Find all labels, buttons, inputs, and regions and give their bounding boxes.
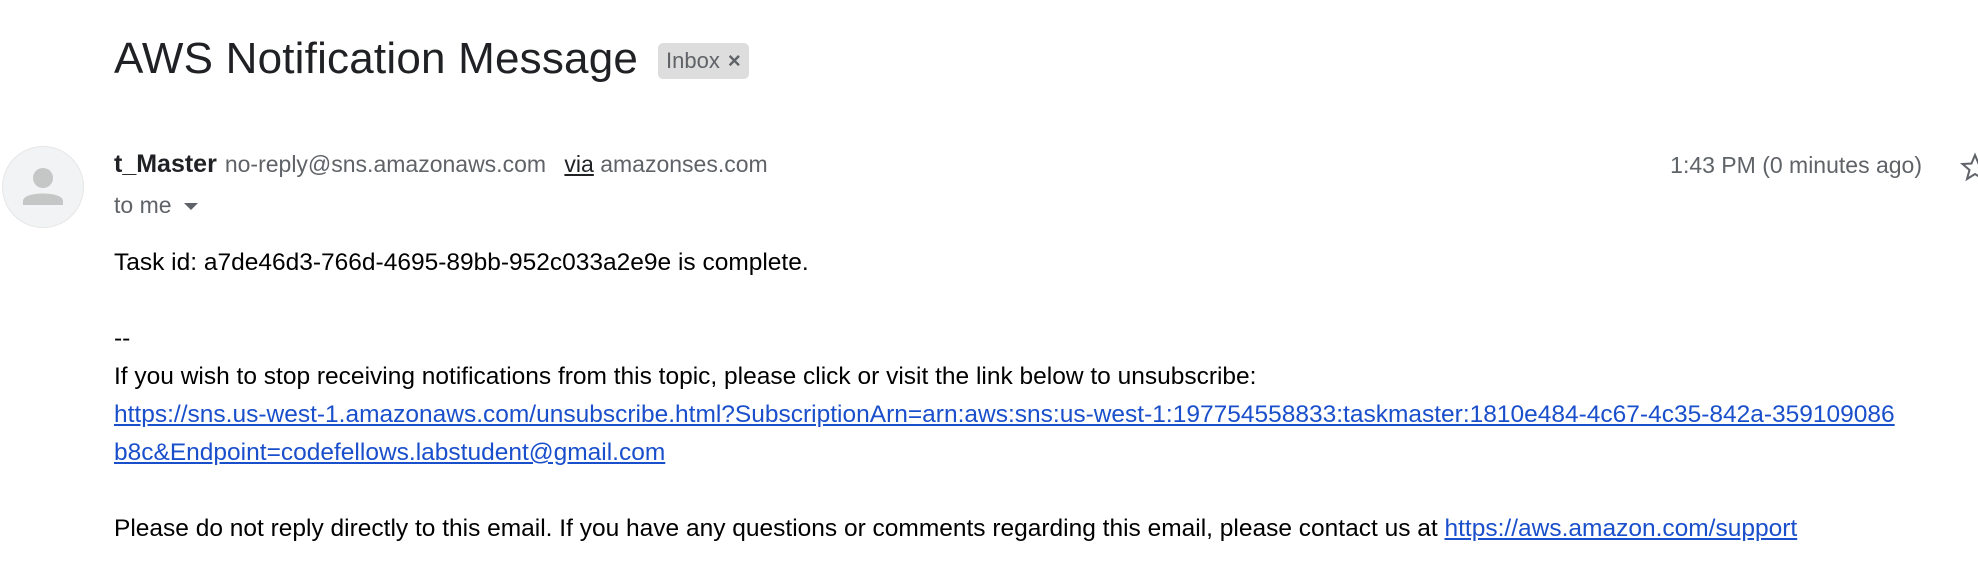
unsubscribe-text: If you wish to stop receiving notificati…: [114, 363, 1257, 390]
sender-details: no-reply@sns.amazonaws.com via amazonses…: [225, 151, 768, 178]
remove-label-icon[interactable]: ×: [728, 47, 741, 75]
email-view: AWS Notification Message Inbox × t_Maste…: [0, 0, 1978, 582]
person-avatar-icon: [23, 168, 63, 205]
star-icon[interactable]: [1960, 152, 1978, 182]
via-link[interactable]: via: [564, 151, 593, 177]
subject-row: AWS Notification Message Inbox ×: [114, 34, 749, 84]
sender-line: t_Master no-reply@sns.amazonaws.com via …: [114, 150, 768, 179]
sender-avatar[interactable]: [2, 146, 84, 228]
sender-name[interactable]: t_Master: [114, 150, 217, 179]
task-complete-line: Task id: a7de46d3-766d-4695-89bb-952c033…: [114, 249, 809, 276]
support-link[interactable]: https://aws.amazon.com/support: [1445, 515, 1798, 542]
footer-text: Please do not reply directly to this ema…: [114, 515, 1445, 542]
via-domain: amazonses.com: [600, 151, 768, 177]
footer-line: Please do not reply directly to this ema…: [114, 510, 1964, 548]
email-body: Task id: a7de46d3-766d-4695-89bb-952c033…: [114, 244, 1964, 548]
email-timestamp: 1:43 PM (0 minutes ago): [1670, 152, 1922, 178]
email-subject: AWS Notification Message: [114, 34, 639, 83]
inbox-label-chip[interactable]: Inbox ×: [658, 43, 749, 79]
unsubscribe-link[interactable]: https://sns.us-west-1.amazonaws.com/unsu…: [114, 401, 1895, 466]
signature-separator: --: [114, 325, 131, 352]
recipient-line[interactable]: to me: [114, 192, 198, 219]
sender-address: no-reply@sns.amazonaws.com: [224, 151, 547, 177]
recipient-text: to me: [114, 192, 172, 218]
chevron-down-icon[interactable]: [183, 203, 198, 210]
label-chip-text: Inbox: [666, 48, 720, 73]
